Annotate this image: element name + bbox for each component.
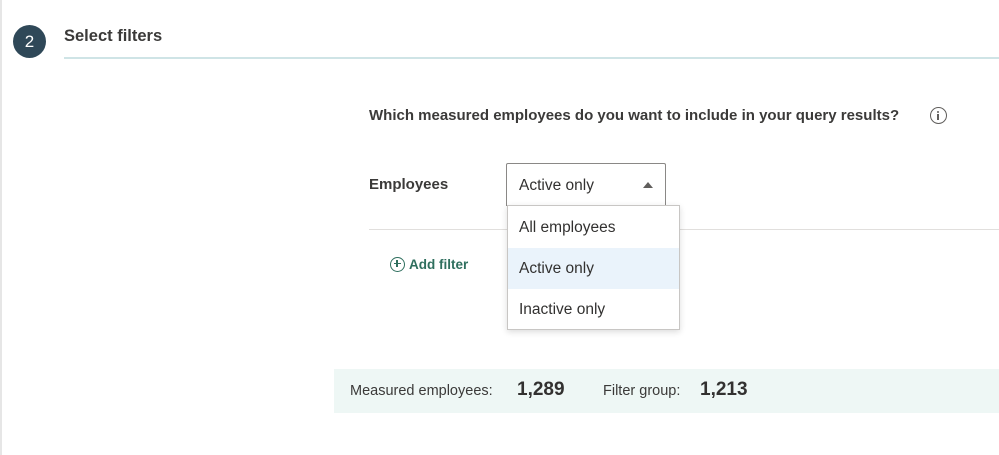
step-number-badge: 2 bbox=[13, 25, 46, 58]
panel-left-border bbox=[0, 0, 2, 455]
select-filters-panel: 2 Select filters Which measured employee… bbox=[0, 0, 999, 455]
employees-label: Employees bbox=[369, 176, 449, 193]
step-title: Select filters bbox=[64, 27, 163, 45]
employees-dropdown[interactable]: Active only bbox=[506, 163, 666, 206]
add-filter-label: Add filter bbox=[409, 256, 469, 272]
option-inactive-only[interactable]: Inactive only bbox=[508, 289, 679, 330]
filter-group-count: 1,213 bbox=[700, 379, 748, 400]
employees-dropdown-list: All employees Active only Inactive only bbox=[507, 205, 680, 330]
option-active-only[interactable]: Active only bbox=[508, 248, 679, 289]
add-filter-button[interactable]: Add filter bbox=[390, 255, 468, 273]
caret-up-icon bbox=[643, 182, 653, 188]
measured-employees-count: 1,289 bbox=[517, 379, 565, 400]
measured-employees-label: Measured employees: bbox=[350, 383, 493, 399]
info-icon[interactable] bbox=[930, 107, 947, 124]
filter-divider bbox=[369, 229, 999, 230]
employees-dropdown-value: Active only bbox=[519, 177, 594, 194]
step-divider bbox=[64, 57, 999, 59]
filter-question: Which measured employees do you want to … bbox=[369, 107, 900, 124]
filter-group-label: Filter group: bbox=[603, 383, 681, 399]
add-circle-icon bbox=[390, 256, 405, 272]
option-all-employees[interactable]: All employees bbox=[508, 207, 679, 248]
summary-bar: Measured employees: 1,289 Filter group: … bbox=[334, 369, 999, 413]
